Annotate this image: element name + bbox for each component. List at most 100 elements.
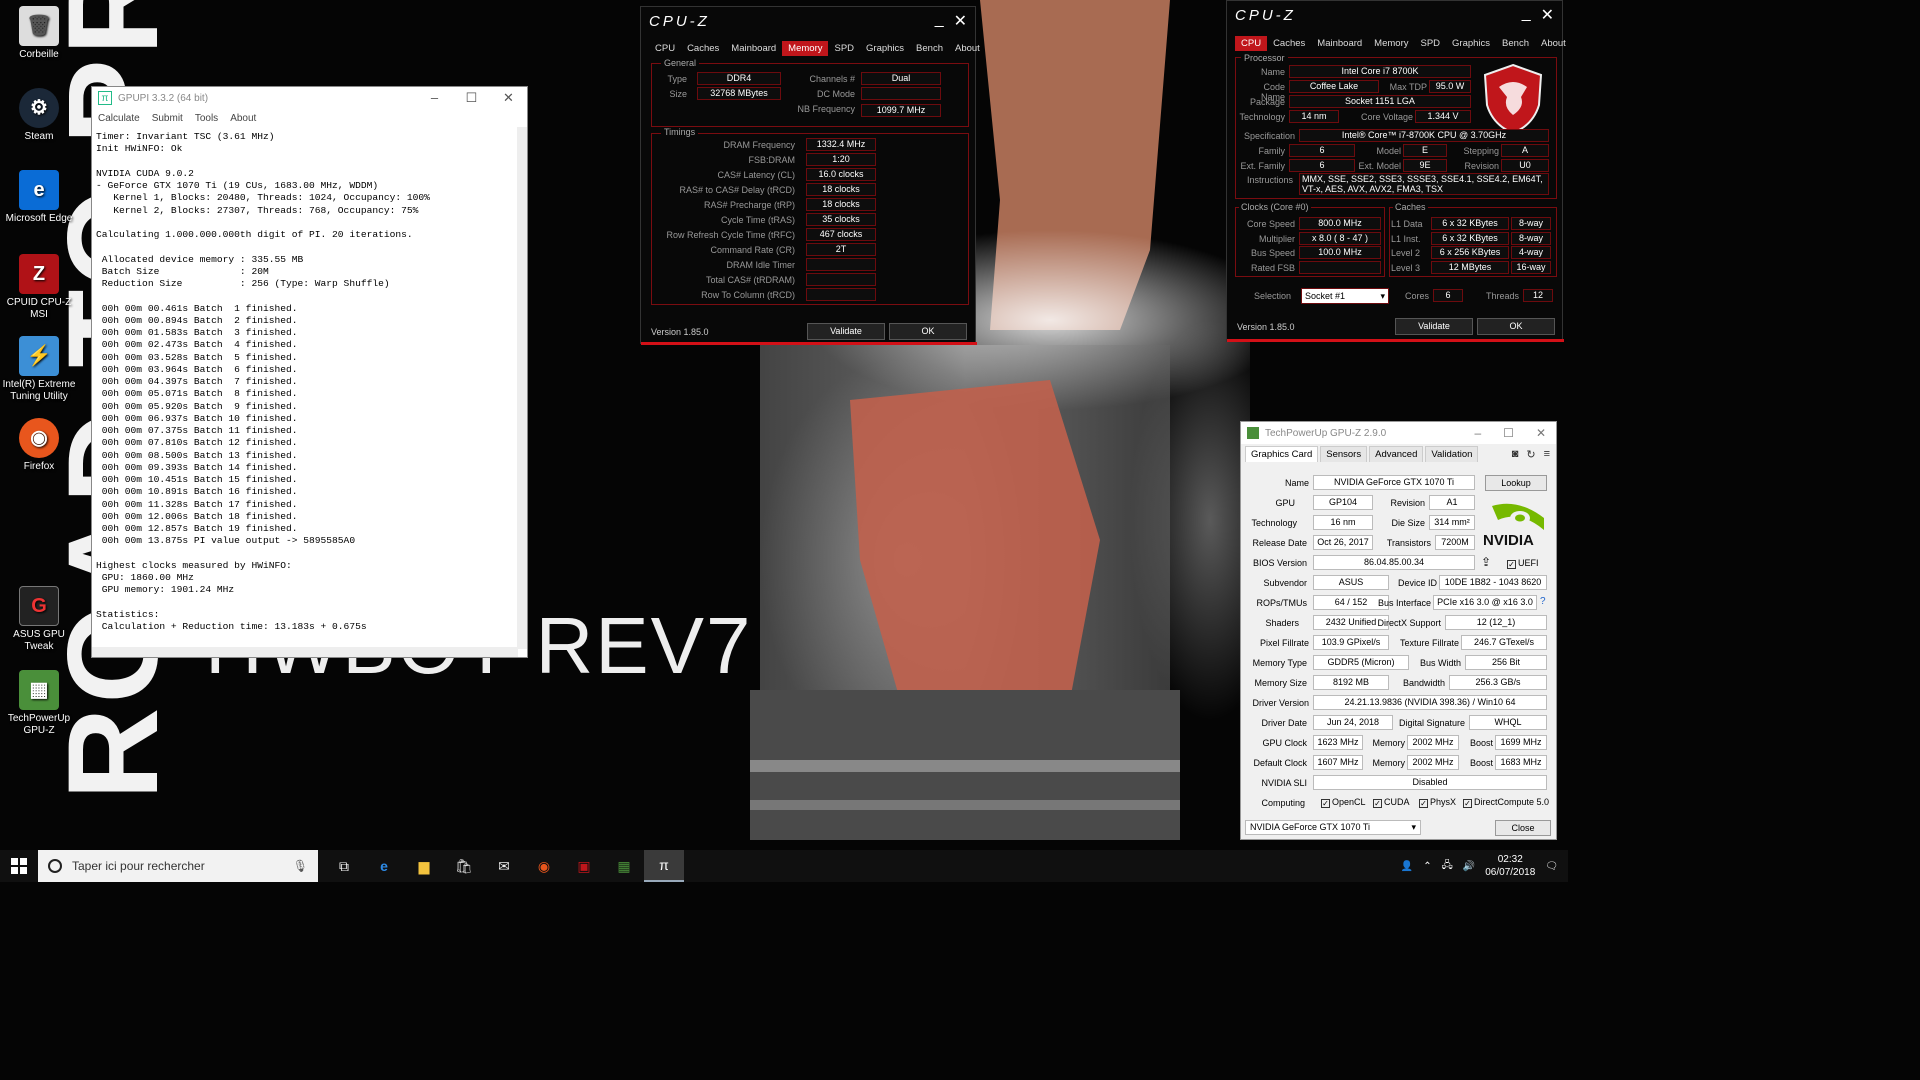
tab-bench[interactable]: Bench <box>910 41 949 56</box>
timing-value <box>806 258 876 271</box>
gpupi-titlebar[interactable]: π GPUPI 3.3.2 (64 bit) – ☐ ✕ <box>92 87 527 109</box>
timing-value: 18 clocks <box>806 198 876 211</box>
tab-caches[interactable]: Caches <box>1267 36 1311 51</box>
gpupi-taskbar-icon[interactable]: π <box>644 850 684 882</box>
icon-label: TechPowerUp GPU-Z <box>7 713 71 736</box>
minimize-button[interactable]: – <box>1474 426 1481 440</box>
tab-about[interactable]: About <box>1535 36 1572 51</box>
menu-tools[interactable]: Tools <box>195 113 218 124</box>
clock[interactable]: 02:32 06/07/2018 <box>1485 853 1535 879</box>
tab-spd[interactable]: SPD <box>828 41 860 56</box>
physx-checkbox[interactable]: ✓ PhysX <box>1419 797 1456 808</box>
tab-about[interactable]: About <box>949 41 986 56</box>
vertical-scrollbar[interactable] <box>517 127 527 649</box>
card-select-value: NVIDIA GeForce GTX 1070 Ti <box>1250 822 1371 832</box>
desktop-icon-cpuz[interactable]: Z CPUID CPU-Z MSI <box>0 254 78 321</box>
desktop-icon-gpuz[interactable]: ▦ TechPowerUp GPU-Z <box>0 670 78 737</box>
tab-spd[interactable]: SPD <box>1414 36 1446 51</box>
camera-icon[interactable]: ◙ <box>1512 448 1519 461</box>
cpuz-taskbar-icon[interactable]: ▣ <box>564 850 604 882</box>
transistors-value: 7200M <box>1435 535 1475 550</box>
cuda-checkbox[interactable]: ✓ CUDA <box>1373 797 1410 808</box>
maximize-button[interactable]: ☐ <box>1503 426 1514 440</box>
chevron-down-icon: ▾ <box>1380 291 1385 301</box>
tab-cpu[interactable]: CPU <box>649 41 681 56</box>
package-label: Package <box>1249 97 1285 107</box>
network-icon[interactable]: 🖧 <box>1442 858 1453 875</box>
chevron-up-icon[interactable]: ⌃ <box>1423 861 1431 872</box>
driver-date-value: Jun 24, 2018 <box>1313 715 1393 730</box>
lookup-button[interactable]: Lookup <box>1485 475 1547 491</box>
minimize-button[interactable]: – <box>416 90 453 106</box>
edge-taskbar-icon[interactable]: e <box>364 850 404 882</box>
timing-value <box>806 288 876 301</box>
card-select[interactable]: NVIDIA GeForce GTX 1070 Ti ▾ <box>1245 820 1421 835</box>
close-button[interactable]: Close <box>1495 820 1551 836</box>
menu-submit[interactable]: Submit <box>152 113 183 124</box>
menu-calculate[interactable]: Calculate <box>98 113 140 124</box>
firefox-taskbar-icon[interactable]: ◉ <box>524 850 564 882</box>
cpuz-titlebar[interactable]: CPU-Z _ ✕ <box>641 7 975 35</box>
directcompute-checkbox[interactable]: ✓ DirectCompute 5.0 <box>1463 797 1549 808</box>
menu-icon[interactable]: ≡ <box>1544 448 1550 461</box>
timing-label: Total CAS# (tRDRAM) <box>705 275 795 285</box>
opencl-checkbox[interactable]: ✓ OpenCL <box>1321 797 1366 808</box>
validate-button[interactable]: Validate <box>807 323 885 340</box>
close-button[interactable]: ✕ <box>1536 426 1546 440</box>
level2-label: Level 2 <box>1391 248 1421 258</box>
bios-label: BIOS Version <box>1252 558 1307 568</box>
timing-value: 35 clocks <box>806 213 876 226</box>
minimize-button[interactable]: _ <box>935 11 944 31</box>
desktop-icon-recycle-bin[interactable]: 🗑 Corbeille <box>0 6 78 61</box>
tab-cpu[interactable]: CPU <box>1235 36 1268 51</box>
tab-mainboard[interactable]: Mainboard <box>1311 36 1368 51</box>
desktop-icon-xtu[interactable]: ⚡ Intel(R) Extreme Tuning Utility <box>0 336 78 403</box>
mail-icon[interactable]: ✉ <box>484 850 524 882</box>
tab-memory[interactable]: Memory <box>782 41 829 56</box>
tab-bench[interactable]: Bench <box>1496 36 1535 51</box>
tab-validation[interactable]: Validation <box>1425 446 1479 462</box>
help-icon[interactable]: ? <box>1540 596 1546 607</box>
horizontal-scrollbar[interactable] <box>92 647 518 657</box>
desktop-icon-edge[interactable]: e Microsoft Edge <box>0 170 78 225</box>
ok-button[interactable]: OK <box>1477 318 1555 335</box>
volume-icon[interactable]: 🔊 <box>1463 861 1475 872</box>
microphone-icon[interactable]: 🎙 <box>293 859 318 873</box>
desktop-icon-steam[interactable]: ⚙ Steam <box>0 88 78 143</box>
tab-mainboard[interactable]: Mainboard <box>725 41 782 56</box>
tab-graphics[interactable]: Graphics <box>860 41 910 56</box>
socket-select[interactable]: Socket #1 ▾ <box>1301 288 1389 304</box>
action-center-icon[interactable]: 🗨 <box>1545 861 1558 872</box>
menu-about[interactable]: About <box>230 113 256 124</box>
share-icon[interactable]: ⇪ <box>1481 555 1491 569</box>
ok-button[interactable]: OK <box>889 323 967 340</box>
tab-advanced[interactable]: Advanced <box>1369 446 1424 462</box>
sli-label: NVIDIA SLI <box>1261 778 1307 788</box>
driver-date-label: Driver Date <box>1261 718 1307 728</box>
close-button[interactable]: ✕ <box>490 90 527 106</box>
close-button[interactable]: ✕ <box>1541 5 1554 25</box>
file-explorer-icon[interactable]: ▆ <box>404 850 444 882</box>
validate-button[interactable]: Validate <box>1395 318 1473 335</box>
gpuz-taskbar-icon[interactable]: ▦ <box>604 850 644 882</box>
minimize-button[interactable]: _ <box>1522 5 1531 25</box>
store-icon[interactable]: 🛍 <box>444 850 484 882</box>
close-button[interactable]: ✕ <box>954 11 967 31</box>
tab-graphics-card[interactable]: Graphics Card <box>1245 446 1319 462</box>
maximize-button[interactable]: ☐ <box>453 90 490 106</box>
cpuz-titlebar[interactable]: CPU-Z _ ✕ <box>1227 1 1562 29</box>
desktop-icon-gpu-tweak[interactable]: G ASUS GPU Tweak <box>0 586 78 653</box>
start-button[interactable] <box>0 850 38 882</box>
gpuz-titlebar[interactable]: TechPowerUp GPU-Z 2.9.0 – ☐ ✕ <box>1241 422 1556 444</box>
tab-memory[interactable]: Memory <box>1368 36 1414 51</box>
task-view-icon[interactable]: ⧉ <box>324 850 364 882</box>
tab-caches[interactable]: Caches <box>681 41 725 56</box>
tab-sensors[interactable]: Sensors <box>1320 446 1368 462</box>
uefi-checkbox[interactable]: ✓ UEFI <box>1507 558 1539 569</box>
desktop-icon-firefox[interactable]: ◉ Firefox <box>0 418 78 473</box>
tab-graphics[interactable]: Graphics <box>1446 36 1496 51</box>
people-icon[interactable]: 👤 <box>1401 861 1413 872</box>
icon-label: Steam <box>24 131 54 142</box>
refresh-icon[interactable]: ↻ <box>1526 448 1535 461</box>
search-box[interactable]: Taper ici pour rechercher 🎙 <box>38 850 318 882</box>
